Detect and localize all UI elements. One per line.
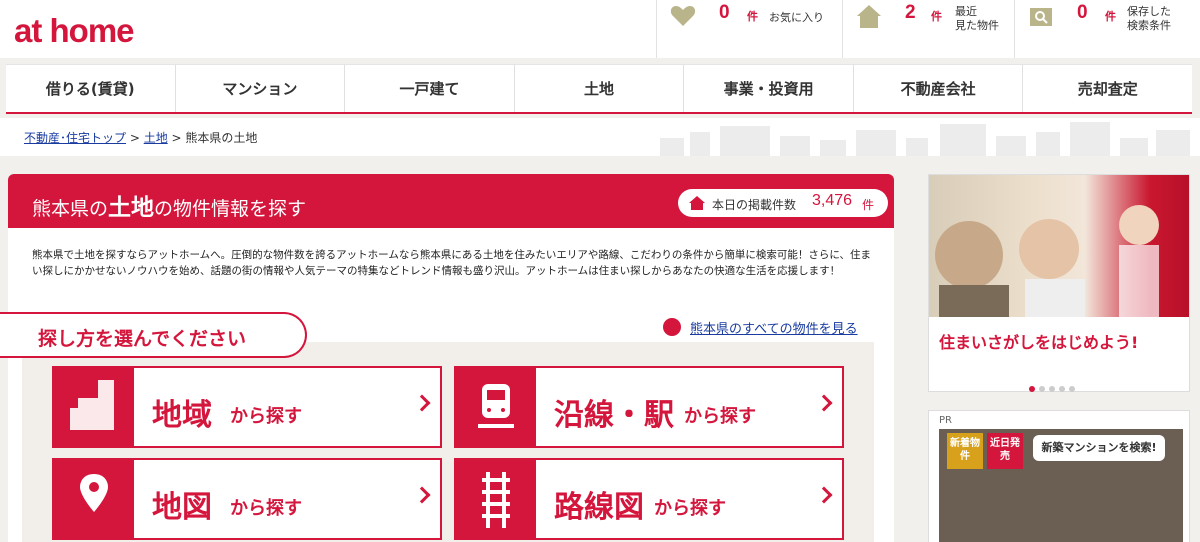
breadcrumb-land[interactable]: 土地 xyxy=(144,131,168,145)
search-by-area-button[interactable]: 地域 から探す xyxy=(52,366,442,448)
breadcrumb-current: 熊本県の土地 xyxy=(185,131,258,145)
nav-rent[interactable]: 借りる(賃貸) xyxy=(6,65,176,112)
line-button-label: 沿線・駅 xyxy=(554,398,674,433)
train-icon xyxy=(456,368,536,446)
nav-agency[interactable]: 不動産会社 xyxy=(854,65,1024,112)
favorites-unit: 件 xyxy=(747,10,758,23)
favorites-label: お気に入り xyxy=(769,11,824,24)
map-button-suffix: から探す xyxy=(230,498,302,519)
carousel-dot[interactable] xyxy=(1059,386,1065,392)
search-by-map-button[interactable]: 地図 から探す xyxy=(52,458,442,540)
area-icon xyxy=(54,368,134,446)
line-button-suffix: から探す xyxy=(684,406,756,427)
listing-count-value: 3,476 xyxy=(812,192,853,209)
map-button-label: 地図 xyxy=(152,490,212,525)
promo-banner[interactable]: 住まいさがしをはじめよう! xyxy=(928,174,1190,392)
breadcrumb-strip: 不動産･住宅トップ > 土地 > 熊本県の土地 xyxy=(0,118,1200,156)
nav-house[interactable]: 一戸建て xyxy=(345,65,515,112)
pr-banner[interactable]: PR 新着物件 近日発売 新築マンションを検索! xyxy=(928,410,1190,542)
favorites-link[interactable]: 0 件 お気に入り xyxy=(656,0,842,58)
title-emphasis: 土地 xyxy=(108,195,155,221)
chevron-right-icon xyxy=(413,486,431,504)
area-button-label: 地域 xyxy=(152,398,212,433)
promo-caption: 住まいさがしをはじめよう! xyxy=(929,317,1189,363)
page-title: 熊本県の土地の物件情報を探す xyxy=(32,188,306,222)
area-button-suffix: から探す xyxy=(230,406,302,427)
chevron-right-icon xyxy=(815,486,833,504)
site-header: at home 0 件 お気に入り 2 件 最近 見た物件 0 件 保存した 検… xyxy=(0,0,1200,58)
carousel-dots[interactable] xyxy=(1029,377,1079,396)
pr-label: PR xyxy=(939,415,952,426)
house-icon xyxy=(689,196,705,210)
new-tag: 新着物件 xyxy=(947,433,983,469)
choose-method-label: 探し方を選んでください xyxy=(38,328,247,350)
title-prefix: 熊本県の xyxy=(32,198,109,220)
breadcrumb: 不動産･住宅トップ > 土地 > 熊本県の土地 xyxy=(24,129,257,146)
intro-text: 熊本県で土地を探すならアットホームへ。圧倒的な物件数を誇るアットホームなら熊本県… xyxy=(32,249,872,277)
choose-method-heading: 探し方を選んでください xyxy=(0,312,307,358)
search-by-line-button[interactable]: 沿線・駅 から探す xyxy=(454,366,844,448)
breadcrumb-sep: > xyxy=(126,131,144,145)
saved-unit: 件 xyxy=(1105,10,1116,23)
listing-count-badge: 本日の掲載件数 3,476 件 xyxy=(678,189,888,217)
house-icon xyxy=(857,5,881,28)
promo-photo xyxy=(929,175,1189,317)
saved-label-1: 保存した xyxy=(1127,5,1171,18)
carousel-dot[interactable] xyxy=(1049,386,1055,392)
carousel-dot[interactable] xyxy=(1069,386,1075,392)
section-header: 熊本県の土地の物件情報を探す 本日の掲載件数 3,476 件 xyxy=(8,174,894,228)
title-suffix: の物件情報を探す xyxy=(154,198,307,220)
carousel-dot[interactable] xyxy=(1039,386,1045,392)
search-method-panel: 地域 から探す 沿線・駅 から探す 地図 から探す 路線図 から探す xyxy=(22,342,874,542)
rail-track-icon xyxy=(456,460,536,538)
coming-soon-tag: 近日発売 xyxy=(987,433,1023,469)
chevron-right-icon xyxy=(815,394,833,412)
route-map-button-suffix: から探す xyxy=(654,498,726,519)
promo-illustration xyxy=(935,205,1159,317)
heart-icon xyxy=(670,6,696,26)
nav-business[interactable]: 事業・投資用 xyxy=(684,65,854,112)
town-skyline-illustration xyxy=(660,122,1190,156)
chevron-right-icon xyxy=(413,394,431,412)
nav-mansion[interactable]: マンション xyxy=(176,65,346,112)
listing-count-label: 本日の掲載件数 xyxy=(712,198,797,212)
land-search-section: 熊本県の土地の物件情報を探す 本日の掲載件数 3,476 件 熊本県で土地を探す… xyxy=(0,174,894,542)
recent-label-1: 最近 xyxy=(955,5,977,18)
recent-count: 2 xyxy=(905,2,916,23)
recent-label-2: 見た物件 xyxy=(955,19,999,32)
saved-search-icon xyxy=(1030,8,1052,26)
saved-count: 0 xyxy=(1077,2,1088,23)
building-icon xyxy=(663,318,681,336)
breadcrumb-sep: > xyxy=(167,131,186,145)
favorites-count: 0 xyxy=(719,2,730,23)
global-nav: 借りる(賃貸) マンション 一戸建て 土地 事業・投資用 不動産会社 売却査定 xyxy=(6,64,1192,114)
nav-sell[interactable]: 売却査定 xyxy=(1023,65,1192,112)
new-mansion-search-bubble: 新築マンションを検索! xyxy=(1033,435,1165,461)
saved-label-2: 検索条件 xyxy=(1127,19,1171,32)
saved-search-link[interactable]: 0 件 保存した 検索条件 xyxy=(1014,0,1200,58)
recent-viewed-link[interactable]: 2 件 最近 見た物件 xyxy=(842,0,1014,58)
carousel-dot[interactable] xyxy=(1029,386,1035,392)
breadcrumb-home[interactable]: 不動産･住宅トップ xyxy=(24,131,126,145)
map-pin-icon xyxy=(54,460,134,538)
search-by-route-map-button[interactable]: 路線図 から探す xyxy=(454,458,844,540)
athome-logo[interactable]: at home xyxy=(14,12,135,50)
all-properties-link[interactable]: 熊本県のすべての物件を見る xyxy=(690,318,858,337)
recent-unit: 件 xyxy=(931,10,942,23)
route-map-button-label: 路線図 xyxy=(554,490,644,525)
listing-count-unit: 件 xyxy=(862,198,875,212)
nav-land[interactable]: 土地 xyxy=(515,65,685,112)
promo-caption-text: 住まいさがしをはじめよう! xyxy=(939,333,1139,352)
